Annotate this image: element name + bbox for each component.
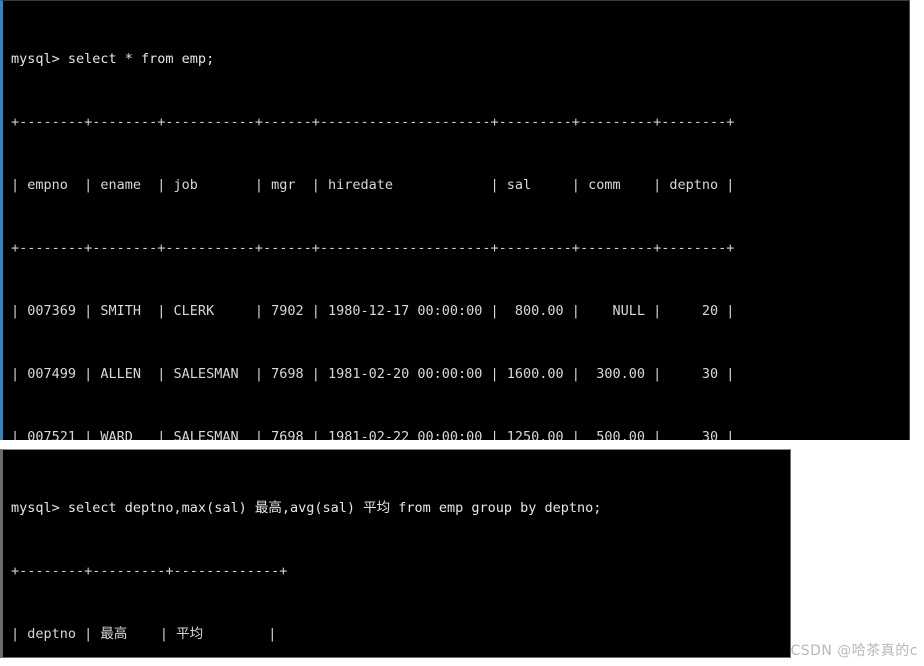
table-separator-header: +--------+--------+-----------+------+--…	[11, 240, 735, 256]
csdn-watermark: CSDN @哈茶真的c	[790, 643, 918, 659]
sql-prompt-line: mysql> select * from emp;	[11, 51, 215, 67]
table-separator-top: +--------+--------+-----------+------+--…	[11, 114, 735, 130]
terminal-panel-group-by[interactable]: mysql> select deptno,max(sal) 最高,avg(sal…	[0, 449, 791, 658]
terminal-panel-select-all[interactable]: mysql> select * from emp; +--------+----…	[0, 0, 910, 440]
table-row: | 007521 | WARD | SALESMAN | 7698 | 1981…	[11, 429, 735, 440]
sql-prompt-line: mysql> select deptno,max(sal) 最高,avg(sal…	[11, 500, 602, 516]
table-row: | 007499 | ALLEN | SALESMAN | 7698 | 198…	[11, 366, 735, 382]
table-header-row: | empno | ename | job | mgr | hiredate |…	[11, 177, 735, 193]
table-header-row: | deptno | 最高 | 平均 |	[11, 626, 277, 642]
table-separator-top: +--------+---------+-------------+	[11, 563, 288, 579]
table-row: | 007369 | SMITH | CLERK | 7902 | 1980-1…	[11, 303, 735, 319]
